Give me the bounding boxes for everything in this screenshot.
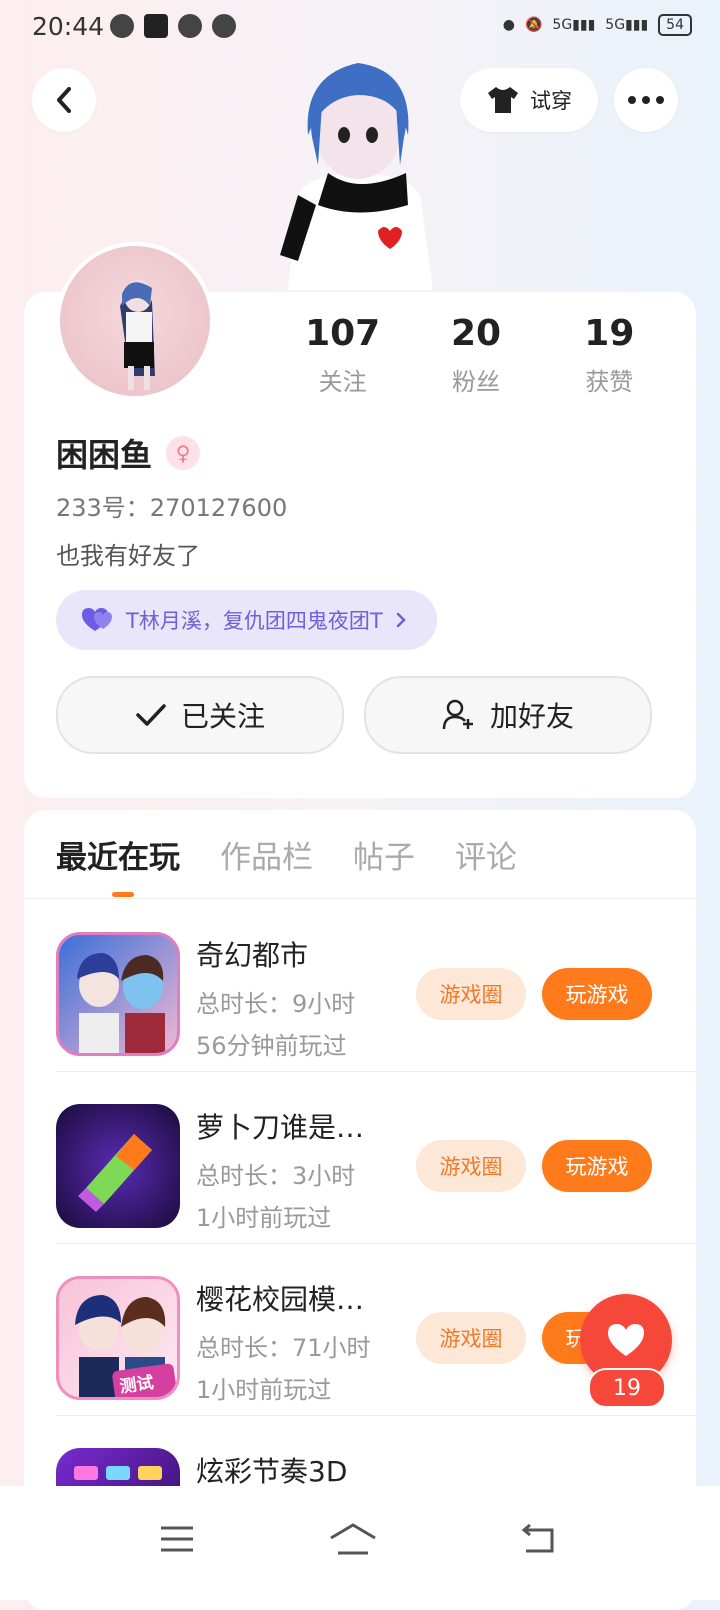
profile-stats: 107 关注 20 粉丝 19 获赞 xyxy=(276,314,676,397)
tab-works[interactable]: 作品栏 xyxy=(220,832,313,877)
user-bio: 也我有好友了 xyxy=(56,542,200,570)
avatar-figure xyxy=(120,280,155,390)
stat-label: 关注 xyxy=(318,368,367,396)
game-row[interactable]: 萝卜刀谁是… 总时长：3小时 1小时前玩过 游戏圈 玩游戏 xyxy=(24,1072,696,1244)
avatar[interactable] xyxy=(56,242,214,400)
game-circle-button[interactable]: 游戏圈 xyxy=(416,1140,526,1192)
signal-icon: 5G▮▮▮ xyxy=(552,17,596,33)
home-icon xyxy=(330,1523,376,1555)
game-row[interactable]: 奇幻都市 总时长：9小时 56分钟前玩过 游戏圈 玩游戏 xyxy=(24,900,696,1072)
guild-name: T林月溪，复仇团四鬼夜团T xyxy=(126,609,383,633)
shirt-icon xyxy=(488,87,518,113)
tab-comments[interactable]: 评论 xyxy=(455,832,517,877)
play-game-button[interactable]: 玩游戏 xyxy=(542,1140,652,1192)
game-name: 樱花校园模… xyxy=(196,1283,365,1316)
avatar-3d-figure xyxy=(280,63,433,290)
chevron-left-icon xyxy=(57,87,71,113)
user-id: 233号：270127600 xyxy=(56,494,288,522)
play-game-button[interactable]: 玩游戏 xyxy=(542,968,652,1020)
bot-icon xyxy=(212,14,236,38)
game-icon[interactable]: 测试版 xyxy=(56,1276,180,1400)
menu-button[interactable] xyxy=(147,1514,207,1564)
status-bar: 20:44 ● 🔕 5G▮▮▮ 5G▮▮▮ 54 xyxy=(0,0,720,56)
radish-knife-icon xyxy=(78,1134,152,1212)
stat-number: 20 xyxy=(450,313,502,354)
tryon-label: 试穿 xyxy=(530,89,572,113)
tab-recent[interactable]: 最近在玩 xyxy=(56,832,180,877)
game-icon[interactable] xyxy=(56,1104,180,1228)
back-button[interactable] xyxy=(32,68,96,132)
stat-likes[interactable]: 19 获赞 xyxy=(543,314,676,397)
user-name: 困困鱼 xyxy=(56,436,153,474)
game-name: 炫彩节奏3D xyxy=(196,1455,348,1488)
game-last-played: 1小时前玩过 xyxy=(196,1204,332,1232)
status-indicators: ● 🔕 5G▮▮▮ 5G▮▮▮ 54 xyxy=(503,14,692,36)
followed-button[interactable]: 已关注 xyxy=(56,676,344,754)
game-art-icon xyxy=(77,953,165,1053)
back-nav-button[interactable] xyxy=(508,1514,568,1564)
name-row: 困困鱼 ♀ xyxy=(56,430,201,476)
music-icon xyxy=(110,14,134,38)
game-playtime: 总时长：3小时 xyxy=(196,1162,356,1190)
tryon-button[interactable]: 试穿 xyxy=(460,68,598,132)
followed-label: 已关注 xyxy=(180,700,265,733)
add-friend-button[interactable]: 加好友 xyxy=(364,676,652,754)
stat-following[interactable]: 107 关注 xyxy=(276,314,409,397)
back-icon xyxy=(521,1524,554,1553)
menu-icon xyxy=(161,1526,193,1552)
game-icon[interactable] xyxy=(56,932,180,1056)
chevron-right-icon xyxy=(396,612,406,628)
app-icon xyxy=(144,14,168,38)
stat-label: 粉丝 xyxy=(451,368,500,396)
game-last-played: 56分钟前玩过 xyxy=(196,1032,347,1060)
heart-icon xyxy=(608,1324,644,1356)
game-name: 奇幻都市 xyxy=(196,939,309,972)
stat-followers[interactable]: 20 粉丝 xyxy=(409,314,542,397)
divider xyxy=(24,898,696,899)
mute-icon: 🔕 xyxy=(524,17,543,33)
stat-number: 19 xyxy=(584,313,635,354)
like-count: 19 xyxy=(588,1368,666,1408)
battery-icon: 54 xyxy=(658,14,692,36)
game-circle-button[interactable]: 游戏圈 xyxy=(416,1312,526,1364)
location-icon: ● xyxy=(502,17,515,33)
tab-posts[interactable]: 帖子 xyxy=(353,832,415,877)
status-time: 20:44 xyxy=(32,12,105,41)
female-icon: ♀ xyxy=(166,436,201,470)
game-circle-button[interactable]: 游戏圈 xyxy=(416,968,526,1020)
wechat-icon xyxy=(178,14,202,38)
add-user-icon xyxy=(442,699,473,730)
game-playtime: 总时长：71小时 xyxy=(196,1334,371,1362)
game-name: 萝卜刀谁是… xyxy=(196,1111,365,1144)
system-navbar xyxy=(0,1486,720,1600)
game-last-played: 1小时前玩过 xyxy=(196,1376,332,1404)
more-button[interactable] xyxy=(614,68,678,132)
check-icon xyxy=(136,704,166,726)
heart-pair-icon xyxy=(82,608,112,631)
guild-badge[interactable]: T林月溪，复仇团四鬼夜团T xyxy=(56,590,437,650)
game-playtime: 总时长：9小时 xyxy=(196,990,356,1018)
home-button[interactable] xyxy=(323,1514,383,1564)
signal-icon: 5G▮▮▮ xyxy=(605,17,649,33)
profile-card: 107 关注 20 粉丝 19 获赞 困困鱼 ♀ 233号：270127600 … xyxy=(24,242,696,798)
stat-number: 107 xyxy=(305,313,381,354)
tab-indicator xyxy=(112,892,134,897)
profile-tabs: 最近在玩 作品栏 帖子 评论 xyxy=(56,832,517,877)
add-friend-label: 加好友 xyxy=(489,700,574,733)
notification-icons xyxy=(110,14,236,38)
stat-label: 获赞 xyxy=(585,368,634,396)
more-dots-icon xyxy=(628,96,664,104)
